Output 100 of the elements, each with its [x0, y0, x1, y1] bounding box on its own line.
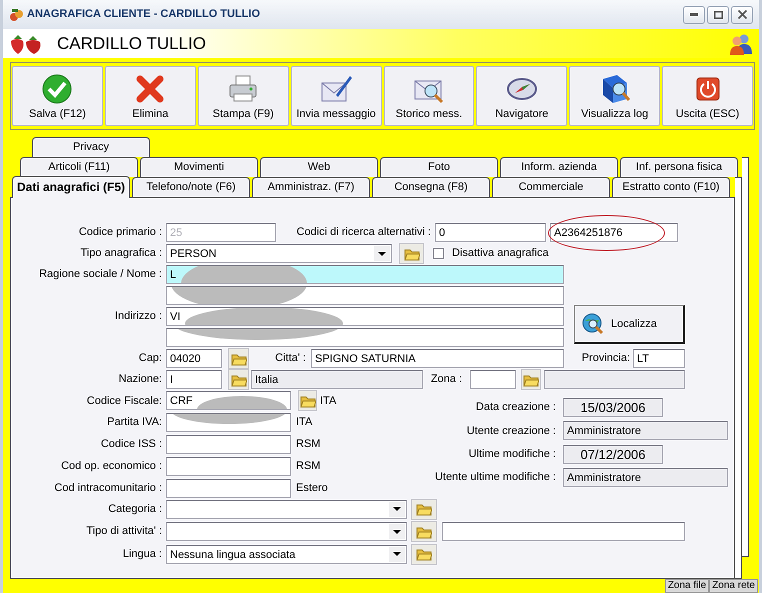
input-field[interactable]: SPIGNO SATURNIA: [311, 349, 564, 368]
input-field[interactable]: 04020: [166, 349, 222, 368]
folder-icon: [230, 372, 246, 386]
dropdown-field[interactable]: PERSON: [166, 244, 392, 263]
country-code: ITA: [296, 415, 314, 430]
toolbar-button[interactable]: Salva (F12): [12, 66, 103, 126]
app-icon: [9, 8, 23, 22]
tab[interactable]: Movimenti: [140, 157, 258, 177]
customer-name: CARDILLO TULLIO: [57, 32, 206, 55]
input-field[interactable]: [166, 413, 291, 432]
folder-icon: [416, 524, 432, 539]
input-field[interactable]: L: [166, 265, 564, 284]
field-label: Indirizzo :: [114, 309, 162, 324]
tab[interactable]: Articoli (F11): [20, 157, 138, 177]
toolbar-button[interactable]: Stampa (F9): [198, 66, 289, 126]
field-label: Cod op. economico :: [60, 459, 162, 474]
dropdown-field[interactable]: Nessuna lingua associata: [166, 544, 407, 564]
folder-button[interactable]: [298, 390, 317, 412]
country-code: ITA: [320, 394, 338, 409]
dropdown-button[interactable]: [374, 246, 390, 261]
tab[interactable]: Dati anagrafici (F5): [12, 176, 130, 198]
folder-icon: [416, 502, 432, 516]
field-label: Codici di ricerca alternativi :: [296, 225, 431, 240]
field-label: Utente creazione :: [466, 424, 556, 439]
field-label: Data creazione :: [474, 400, 556, 416]
folder-icon: [416, 547, 432, 562]
dropdown-button[interactable]: [389, 524, 405, 540]
checkbox[interactable]: [433, 248, 444, 259]
field-label: Provincia:: [580, 351, 630, 366]
country-code: RSM: [296, 437, 322, 452]
check-icon: [41, 73, 74, 105]
input-field[interactable]: LT: [633, 349, 685, 368]
maximize-button[interactable]: [707, 6, 729, 24]
input-field[interactable]: [166, 434, 291, 454]
field-label: Nazione:: [118, 372, 162, 388]
toolbar-button[interactable]: Elimina: [104, 66, 196, 126]
tab[interactable]: Web: [260, 157, 378, 177]
input-field[interactable]: [166, 328, 564, 347]
input-field[interactable]: 07/12/2006: [563, 444, 663, 464]
tab[interactable]: Privacy: [32, 137, 150, 157]
dropdown-field[interactable]: [166, 522, 407, 542]
close-button[interactable]: [731, 6, 753, 24]
tab[interactable]: Telefono/note (F6): [132, 177, 250, 197]
field-label: Tipo anagrafica :: [79, 246, 162, 262]
folder-button[interactable]: [521, 369, 541, 390]
field-label: Ragione sociale / Nome :: [38, 267, 162, 282]
tab[interactable]: Foto: [380, 157, 498, 177]
field-label: Cap:: [138, 351, 162, 366]
country-code: Estero: [296, 480, 329, 496]
field-label: Partita IVA:: [106, 415, 162, 430]
toolbar-button[interactable]: Navigatore: [476, 66, 568, 126]
input-field[interactable]: [470, 370, 516, 389]
input-field[interactable]: [166, 478, 291, 498]
input-field[interactable]: Amministratore: [563, 421, 728, 440]
folder-button[interactable]: [411, 521, 437, 542]
input-field[interactable]: [544, 370, 685, 389]
localize-button[interactable]: Localizza: [574, 305, 685, 344]
input-field[interactable]: A2364251876: [550, 223, 678, 242]
tab[interactable]: Consegna (F8): [372, 177, 490, 197]
tab[interactable]: Amministraz. (F7): [252, 177, 370, 197]
input-field[interactable]: Amministratore: [563, 468, 728, 488]
input-field[interactable]: [166, 286, 564, 305]
tab[interactable]: Inf. persona fisica: [620, 157, 738, 177]
maximize-icon: [714, 10, 722, 18]
folder-button[interactable]: [399, 243, 424, 264]
checkbox-label: Disattiva anagrafica: [452, 246, 549, 262]
folder-icon: [404, 246, 420, 260]
folder-icon: [300, 394, 316, 408]
input-field[interactable]: Italia: [251, 370, 423, 389]
minimize-button[interactable]: [683, 6, 705, 24]
input-field[interactable]: 15/03/2006: [563, 398, 663, 418]
dropdown-field[interactable]: [166, 500, 407, 519]
close-icon: [738, 10, 746, 19]
toolbar-button[interactable]: Storico mess.: [384, 66, 474, 126]
folder-icon: [523, 372, 539, 386]
toolbar-button[interactable]: Visualizza log: [569, 66, 660, 126]
minimize-icon: [690, 13, 698, 16]
folder-button[interactable]: [411, 498, 437, 520]
folder-button[interactable]: [228, 348, 249, 369]
input-field[interactable]: [442, 522, 685, 542]
tab[interactable]: Inform. azienda: [500, 157, 618, 177]
users-icon: [729, 32, 753, 54]
folder-button[interactable]: [228, 369, 249, 390]
dropdown-button[interactable]: [389, 502, 405, 517]
toolbar-button[interactable]: Uscita (ESC): [662, 66, 753, 126]
tab[interactable]: Estratto conto (F10): [612, 177, 730, 197]
input-field[interactable]: CRF: [166, 391, 291, 410]
dropdown-button[interactable]: [389, 546, 405, 562]
field-label: Codice ISS :: [100, 437, 162, 452]
folder-button[interactable]: [411, 544, 437, 565]
input-field[interactable]: 0: [435, 223, 546, 242]
cross-icon: [134, 73, 166, 105]
tab[interactable]: Commerciale: [492, 177, 610, 197]
folder-icon: [230, 352, 246, 366]
field-label: Cod intracomunitario :: [53, 480, 162, 496]
input-field[interactable]: [166, 456, 291, 476]
input-field[interactable]: VI: [166, 307, 564, 326]
input-field[interactable]: I: [166, 370, 222, 389]
toolbar-button[interactable]: Invia messaggio: [290, 66, 382, 126]
field-label: Zona :: [430, 372, 462, 388]
